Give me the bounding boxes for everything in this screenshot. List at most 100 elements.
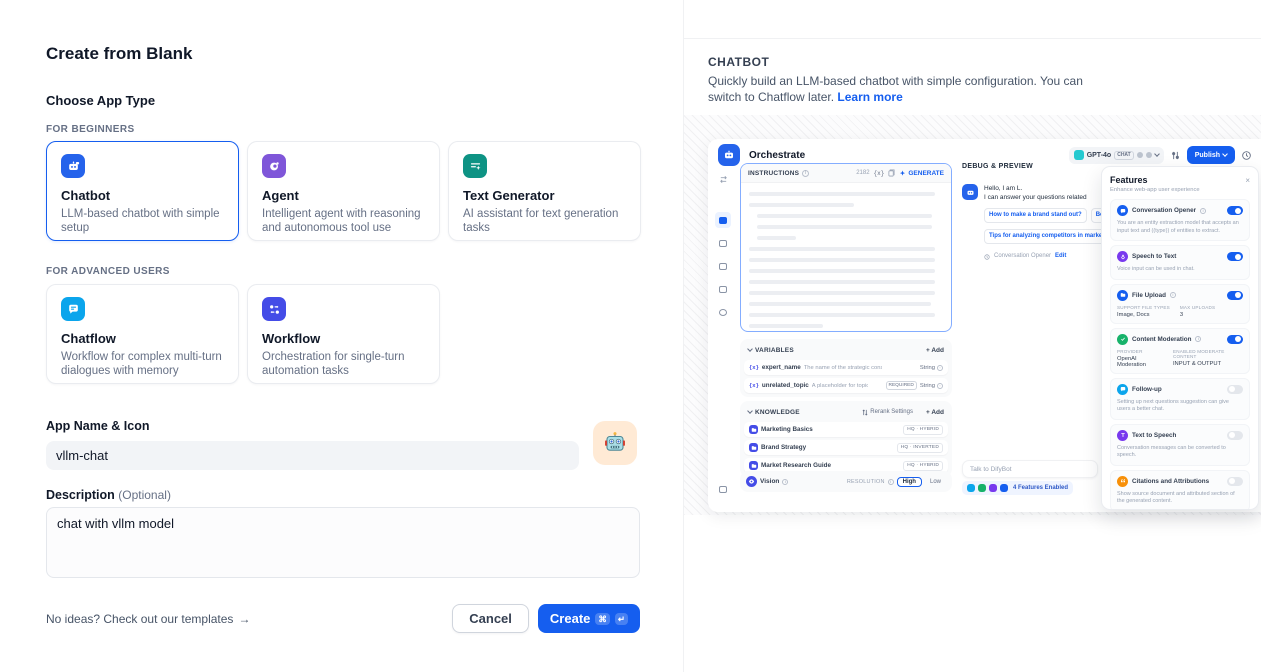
create-button[interactable]: Create ⌘ ↵ <box>538 604 640 633</box>
app-type-card-chatbot[interactable]: Chatbot LLM-based chatbot with simple se… <box>46 141 239 241</box>
speech-feature-icon <box>989 484 997 492</box>
knowledge-row[interactable]: Brand Strategy HQ · INVERTED <box>744 440 948 455</box>
rail-document-icon[interactable] <box>715 258 731 274</box>
info-icon: i <box>888 479 894 485</box>
app-type-card-agent[interactable]: Agent Intelligent agent with reasoning a… <box>247 141 440 241</box>
cancel-button[interactable]: Cancel <box>452 604 529 633</box>
resolution-low-option[interactable]: Low <box>925 478 946 486</box>
opener-edit-link[interactable]: Edit <box>1055 252 1066 261</box>
citations-icon <box>1117 476 1128 487</box>
instructions-placeholder-text[interactable] <box>741 183 951 332</box>
copy-icon[interactable] <box>888 169 895 177</box>
preview-header-actions: GPT-4o CHAT Publish <box>1069 146 1252 164</box>
resolution-label: RESOLUTION <box>847 479 885 485</box>
app-type-card-text-generator[interactable]: Text Generator AI assistant for text gen… <box>448 141 641 241</box>
close-icon[interactable]: × <box>1245 176 1250 185</box>
chat-input[interactable]: Talk to DifyBot <box>962 460 1098 478</box>
card-title: Workflow <box>262 331 425 346</box>
conversation-opener-row: Conversation Opener Edit <box>984 252 1112 261</box>
templates-link[interactable]: No ideas? Check out our templates → <box>46 612 250 626</box>
preview-type-label: CHATBOT <box>708 55 769 69</box>
features-enabled-bar[interactable]: 4 Features Enabled <box>962 481 1073 495</box>
add-variable-button[interactable]: + Add <box>926 347 944 354</box>
dataset-icon <box>749 425 758 434</box>
conversation-opener-icon <box>1117 205 1128 216</box>
rail-orchestrate-icon[interactable] <box>715 212 731 228</box>
app-name-label: App Name & Icon <box>46 419 150 433</box>
chat-input-placeholder: Talk to DifyBot <box>970 466 1012 473</box>
text-generator-icon <box>463 154 487 178</box>
rail-settings-icon[interactable] <box>715 481 731 497</box>
history-icon[interactable] <box>1241 150 1252 161</box>
variable-row[interactable]: {x} expert_name The name of the strategi… <box>744 360 948 375</box>
sliders-icon[interactable] <box>1170 150 1181 161</box>
app-type-card-chatflow[interactable]: Chatflow Workflow for complex multi-turn… <box>46 284 239 384</box>
follow-up-toggle[interactable] <box>1227 385 1243 394</box>
robot-emoji-icon <box>602 430 628 456</box>
features-subtitle: Enhance web-app user experience <box>1110 187 1250 193</box>
model-selector[interactable]: GPT-4o CHAT <box>1069 147 1164 164</box>
description-input[interactable]: chat with vllm model <box>46 507 640 578</box>
model-name: GPT-4o <box>1087 152 1112 159</box>
chevron-down-icon[interactable] <box>747 346 753 352</box>
speech-to-text-toggle[interactable] <box>1227 252 1243 261</box>
rail-image-icon[interactable] <box>715 235 731 251</box>
publish-button[interactable]: Publish <box>1187 146 1235 164</box>
knowledge-label: KNOWLEDGE <box>755 409 800 416</box>
char-count: 2182 <box>856 170 869 176</box>
feature-item-content-moderation: Content Moderation i PROVIDEROpenAI Mode… <box>1110 328 1250 374</box>
info-icon: i <box>1200 208 1206 214</box>
collapse-icon[interactable] <box>715 171 731 187</box>
card-desc: AI assistant for text generation tasks <box>463 207 626 235</box>
file-upload-toggle[interactable] <box>1227 291 1243 300</box>
app-logo-icon <box>718 144 740 166</box>
knowledge-badge: HQ · INVERTED <box>897 443 943 453</box>
model-mode-badge: CHAT <box>1114 151 1134 160</box>
resolution-high-option[interactable]: High <box>897 477 922 487</box>
variables-token-icon[interactable]: {x} <box>874 170 885 177</box>
knowledge-row[interactable]: Marketing Basics HQ · HYBRID <box>744 422 948 437</box>
info-icon: i <box>802 170 809 177</box>
card-title: Text Generator <box>463 188 626 203</box>
knowledge-name: Market Research Guide <box>761 462 831 469</box>
learn-more-link[interactable]: Learn more <box>837 90 902 104</box>
rail-notes-icon[interactable] <box>715 281 731 297</box>
model-provider-icon <box>1074 150 1084 160</box>
content-moderation-toggle[interactable] <box>1227 335 1243 344</box>
dataset-icon <box>749 461 758 470</box>
chevron-down-icon[interactable] <box>747 408 753 414</box>
app-icon-picker[interactable] <box>593 421 637 465</box>
mic-icon <box>1137 152 1143 158</box>
suggestion-chip[interactable]: Tips for analyzing competitors in market <box>984 229 1109 244</box>
settings-icon <box>1146 152 1152 158</box>
text-to-speech-icon <box>1117 430 1128 441</box>
add-knowledge-button[interactable]: + Add <box>926 409 944 416</box>
features-panel: Features × Enhance web-app user experien… <box>1101 166 1259 510</box>
eye-icon: ◦ <box>937 383 943 389</box>
optional-hint: (Optional) <box>118 488 171 502</box>
conversation-opener-toggle[interactable] <box>1227 206 1243 215</box>
text-to-speech-toggle[interactable] <box>1227 431 1243 440</box>
rail-globe-icon[interactable] <box>715 304 731 320</box>
create-from-blank-panel: Create from Blank Choose App Type FOR BE… <box>0 0 683 672</box>
for-beginners-label: FOR BEGINNERS <box>46 124 135 135</box>
opener-label: Conversation Opener <box>994 252 1051 261</box>
generate-label: GENERATE <box>908 170 944 177</box>
rerank-settings-button[interactable]: Rerank Settings <box>862 409 913 416</box>
app-type-card-workflow[interactable]: Workflow Orchestration for single-turn a… <box>247 284 440 384</box>
variable-row[interactable]: {x} unrelated_topic A placeholder for to… <box>744 378 948 393</box>
instructions-label: INSTRUCTIONS <box>748 170 799 177</box>
vision-icon <box>746 476 757 487</box>
preview-app-title: Orchestrate <box>749 150 805 161</box>
feature-item-speech-to-text: Speech to Text Voice input can be used i… <box>1110 245 1250 280</box>
card-title: Agent <box>262 188 425 203</box>
knowledge-name: Marketing Basics <box>761 426 813 433</box>
generate-button[interactable]: GENERATE <box>899 170 944 177</box>
variable-name: expert_name <box>762 364 801 371</box>
enter-key-icon: ↵ <box>615 613 628 625</box>
variable-desc: A placeholder for topics... <box>812 383 868 389</box>
content-moderation-icon <box>1117 334 1128 345</box>
citations-toggle[interactable] <box>1227 477 1243 486</box>
app-name-input[interactable] <box>46 441 579 470</box>
suggestion-chip[interactable]: How to make a brand stand out? <box>984 208 1087 223</box>
